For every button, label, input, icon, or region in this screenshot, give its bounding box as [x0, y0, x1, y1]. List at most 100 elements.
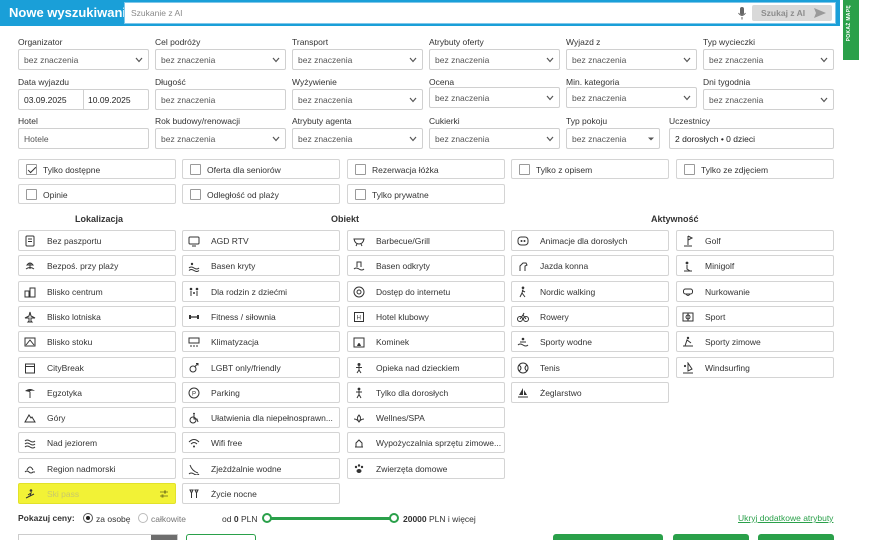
- price-max-handle[interactable]: [389, 513, 399, 523]
- checkbox-box[interactable]: [26, 189, 37, 200]
- attribute-ułatwienia-dla-niepełnosprawn[interactable]: Ułatwienia dla niepełnosprawn...: [182, 407, 340, 428]
- chevron-down-icon: [546, 136, 554, 142]
- bottom-outline-button[interactable]: [186, 534, 256, 540]
- attribute-blisko-centrum[interactable]: Blisko centrum: [18, 281, 176, 302]
- wyzywienie-select[interactable]: bez znaczenia: [292, 89, 423, 110]
- attribute-hotel-klubowy[interactable]: H Hotel klubowy: [347, 306, 505, 327]
- atrybuty-agenta-select[interactable]: bez znaczenia: [292, 128, 423, 149]
- wyjazd-z-select[interactable]: bez znaczenia: [566, 49, 697, 70]
- attribute-animacje-dla-dorosłych[interactable]: Animacje dla dorosłych: [511, 230, 669, 251]
- attribute-bezpoś-przy-plaży[interactable]: Bezpoś. przy plaży: [18, 255, 176, 276]
- attribute-parking[interactable]: P Parking: [182, 382, 340, 403]
- bottom-green-button-3[interactable]: [758, 534, 834, 540]
- attribute-ski-pass[interactable]: Ski pass: [18, 483, 176, 504]
- attribute-żeglarstwo[interactable]: Żeglarstwo: [511, 382, 669, 403]
- attribute-bez-paszportu[interactable]: Bez paszportu: [18, 230, 176, 251]
- attribute-basen-odkryty[interactable]: Basen odkryty: [347, 255, 505, 276]
- attribute-wifi-free[interactable]: Wifi free: [182, 432, 340, 453]
- checkbox-box[interactable]: [26, 164, 37, 175]
- settings-sliders-icon[interactable]: [159, 489, 169, 499]
- checkbox-box[interactable]: [190, 189, 201, 200]
- attribute-barbecue-grill[interactable]: Barbecue/Grill: [347, 230, 505, 251]
- attribute-tylko-dla-dorosłych[interactable]: Tylko dla dorosłych: [347, 382, 505, 403]
- bottom-green-button-1[interactable]: [553, 534, 663, 540]
- show-map-button[interactable]: POKAŻ MAPĘ: [843, 0, 859, 60]
- typ-wycieczki-select[interactable]: bez znaczenia: [703, 49, 834, 70]
- attribute-blisko-stoku[interactable]: Blisko stoku: [18, 331, 176, 352]
- attribute-fitness-siłownia[interactable]: Fitness / siłownia: [182, 306, 340, 327]
- checkbox-rezerwacja-lozka[interactable]: Rezerwacja łóżka: [347, 159, 505, 179]
- attribute-rowery[interactable]: Rowery: [511, 306, 669, 327]
- attribute-kominek[interactable]: Kominek: [347, 331, 505, 352]
- ocena-select[interactable]: bez znaczenia: [429, 87, 560, 108]
- checkbox-box[interactable]: [355, 189, 366, 200]
- attribute-egzotyka[interactable]: Egzotyka: [18, 382, 176, 403]
- attribute-windsurfing[interactable]: Windsurfing: [676, 357, 834, 378]
- checkbox-box[interactable]: [684, 164, 695, 175]
- attribute-tenis[interactable]: Tenis: [511, 357, 669, 378]
- attribute-nordic-walking[interactable]: Nordic walking: [511, 281, 669, 302]
- checkbox-box[interactable]: [190, 164, 201, 175]
- attribute-wellnes-spa[interactable]: Wellnes/SPA: [347, 407, 505, 428]
- organizator-select[interactable]: bez znaczenia: [18, 49, 149, 70]
- checkbox-tylko-dostepne[interactable]: Tylko dostępne: [18, 159, 176, 179]
- bottom-input[interactable]: [18, 534, 178, 540]
- microphone-icon[interactable]: [737, 7, 747, 20]
- attribute-jazda-konna[interactable]: Jazda konna: [511, 255, 669, 276]
- dlugosc-select[interactable]: bez znaczenia: [155, 89, 286, 110]
- attribute-góry[interactable]: Góry: [18, 407, 176, 428]
- attribute-dla-rodzin-z-dziećmi[interactable]: Dla rodzin z dziećmi: [182, 281, 340, 302]
- checkbox-label: Tylko dostępne: [43, 165, 101, 175]
- dni-tygodnia-select[interactable]: bez znaczenia: [703, 89, 834, 110]
- attribute-klimatyzacja[interactable]: Klimatyzacja: [182, 331, 340, 352]
- attribute-sporty-wodne[interactable]: Sporty wodne: [511, 331, 669, 352]
- atrybuty-oferty-select[interactable]: bez znaczenia: [429, 49, 560, 70]
- price-range-track[interactable]: [266, 517, 394, 520]
- attribute-nad-jeziorem[interactable]: Nad jeziorem: [18, 432, 176, 453]
- ai-search-button[interactable]: Szukaj z AI: [752, 5, 832, 21]
- attribute-sporty-zimowe[interactable]: Sporty zimowe: [676, 331, 834, 352]
- attribute-golf[interactable]: Golf: [676, 230, 834, 251]
- rok-budowy-select[interactable]: bez znaczenia: [155, 128, 286, 149]
- radio-per-person[interactable]: [83, 513, 93, 523]
- data-wyjazdu-range[interactable]: 03.09.2025 10.09.2025: [18, 89, 149, 110]
- attribute-citybreak[interactable]: CityBreak: [18, 357, 176, 378]
- attribute-życie-nocne[interactable]: Życie nocne: [182, 483, 340, 504]
- checkbox-odleglosc-od-plazy[interactable]: Odległość od plaży: [182, 184, 340, 204]
- attribute-agd-rtv[interactable]: AGD RTV: [182, 230, 340, 251]
- uczestnicy-select[interactable]: 2 dorosłych • 0 dzieci: [669, 128, 834, 149]
- price-min-handle[interactable]: [262, 513, 272, 523]
- attribute-minigolf[interactable]: Minigolf: [676, 255, 834, 276]
- attribute-zjeżdżalnie-wodne[interactable]: Zjeżdżalnie wodne: [182, 458, 340, 479]
- attribute-opieka-nad-dzieckiem[interactable]: Opieka nad dzieckiem: [347, 357, 505, 378]
- checkbox-opinie[interactable]: Opinie: [18, 184, 176, 204]
- cel-podrozy-select[interactable]: bez znaczenia: [155, 49, 286, 70]
- hotel-input[interactable]: Hotele: [18, 128, 149, 149]
- checkbox-oferta-dla-seniorow[interactable]: Oferta dla seniorów: [182, 159, 340, 179]
- typ-pokoju-select[interactable]: bez znaczenia: [566, 128, 660, 149]
- ai-search-input[interactable]: Szukanie z AI Szukaj z AI: [124, 2, 836, 24]
- checkbox-tylko-prywatne[interactable]: Tylko prywatne: [347, 184, 505, 204]
- transport-select[interactable]: bez znaczenia: [292, 49, 423, 70]
- attribute-sport[interactable]: Sport: [676, 306, 834, 327]
- attribute-zwierzęta-domowe[interactable]: Zwierzęta domowe: [347, 458, 505, 479]
- attribute-blisko-lotniska[interactable]: Blisko lotniska: [18, 306, 176, 327]
- attribute-dostęp-do-internetu[interactable]: Dostęp do internetu: [347, 281, 505, 302]
- bottom-green-button-2[interactable]: [673, 534, 749, 540]
- cukierki-select[interactable]: bez znaczenia: [429, 128, 560, 149]
- min-kategoria-select[interactable]: bez znaczenia: [566, 87, 697, 108]
- attribute-lgbt-only-friendly[interactable]: LGBT only/friendly: [182, 357, 340, 378]
- checkbox-box[interactable]: [519, 164, 530, 175]
- attribute-region-nadmorski[interactable]: Region nadmorski: [18, 458, 176, 479]
- hide-attributes-link[interactable]: Ukryj dodatkowe atrybuty: [738, 513, 833, 523]
- attribute-basen-kryty[interactable]: Basen kryty: [182, 255, 340, 276]
- checkbox-box[interactable]: [355, 164, 366, 175]
- date-to[interactable]: 10.09.2025: [88, 95, 131, 105]
- radio-total[interactable]: [138, 513, 148, 523]
- attribute-wypożyczalnia-sprzętu-zimowe[interactable]: Wypożyczalnia sprzętu zimowe...: [347, 432, 505, 453]
- attribute-nurkowanie[interactable]: Nurkowanie: [676, 281, 834, 302]
- date-from[interactable]: 03.09.2025: [24, 95, 67, 105]
- checkbox-tylko-ze-zdjeciem[interactable]: Tylko ze zdjęciem: [676, 159, 834, 179]
- bottom-input-button[interactable]: [151, 535, 177, 540]
- checkbox-tylko-z-opisem[interactable]: Tylko z opisem: [511, 159, 669, 179]
